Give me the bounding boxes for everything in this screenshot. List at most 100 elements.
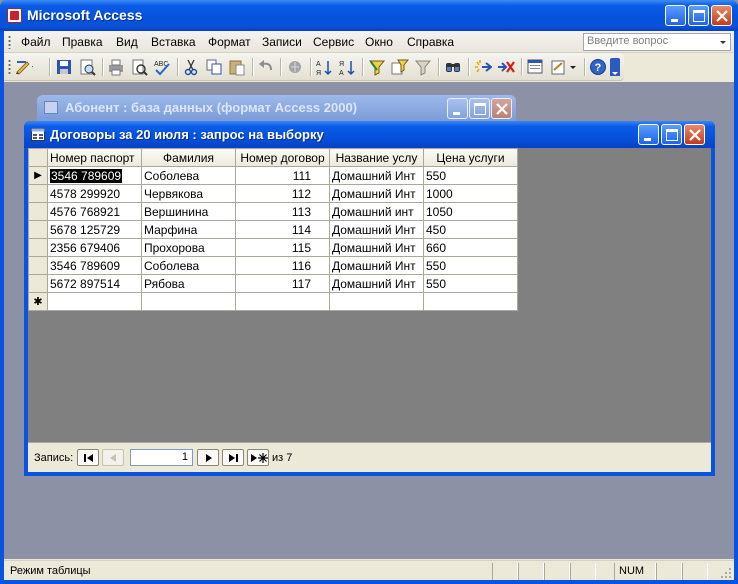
menu-edit[interactable]: Правка xyxy=(62,35,103,49)
query-minimize-button[interactable] xyxy=(638,124,659,145)
new-record-nav-button[interactable] xyxy=(247,449,269,466)
new-record-selector[interactable]: ✱ xyxy=(28,292,48,311)
cell-surname[interactable]: Прохорова xyxy=(141,238,236,257)
column-header-surname[interactable]: Фамилия xyxy=(141,148,236,167)
new-record-icon[interactable] xyxy=(474,58,492,76)
menu-format[interactable]: Формат xyxy=(208,35,251,49)
record-selector[interactable] xyxy=(28,238,48,257)
cell-contract-number[interactable]: 113 xyxy=(235,202,330,221)
last-record-button[interactable] xyxy=(222,449,244,466)
sort-descending-icon[interactable]: ЯA xyxy=(339,58,357,76)
database-window[interactable]: Абонент : база данных (формат Access 200… xyxy=(37,95,516,121)
database-window-icon[interactable] xyxy=(527,58,545,76)
record-selector[interactable] xyxy=(28,202,48,221)
cell-service-price[interactable]: 450 xyxy=(423,220,518,239)
cell-service-price[interactable]: 550 xyxy=(423,274,518,293)
sort-ascending-icon[interactable]: AЯ xyxy=(316,58,334,76)
cell-service-name[interactable]: Домашний Инт xyxy=(329,274,424,293)
db-minimize-button[interactable] xyxy=(447,98,468,119)
print-icon[interactable] xyxy=(107,58,125,76)
active-cell-text[interactable]: 3546 789609 xyxy=(50,168,123,183)
column-header-service-name[interactable]: Название услу xyxy=(329,148,424,167)
db-close-button[interactable] xyxy=(491,98,512,119)
undo-icon[interactable] xyxy=(257,58,275,76)
menu-records[interactable]: Записи xyxy=(262,35,302,49)
cell-passport[interactable]: 5678 125729 xyxy=(47,220,142,239)
design-view-icon[interactable] xyxy=(15,58,33,76)
cell-service-price[interactable]: 1050 xyxy=(423,202,518,221)
cell-service-name[interactable]: Домашний Инт xyxy=(329,184,424,203)
file-search-icon[interactable] xyxy=(78,58,96,76)
current-record-field[interactable]: 1 xyxy=(130,449,193,466)
cell-contract-number[interactable]: 115 xyxy=(235,238,330,257)
cell-contract-number[interactable]: 112 xyxy=(235,184,330,203)
maximize-button[interactable] xyxy=(688,5,709,26)
cell-contract-number[interactable]: 116 xyxy=(235,256,330,275)
next-record-button[interactable] xyxy=(197,449,219,466)
cell-passport[interactable]: 4576 768921 xyxy=(47,202,142,221)
menu-window[interactable]: Окно xyxy=(365,35,393,49)
toolbar-grip[interactable] xyxy=(8,59,11,75)
menu-grip[interactable] xyxy=(8,35,11,49)
save-icon[interactable] xyxy=(55,58,73,76)
new-record-cell[interactable] xyxy=(47,292,142,311)
previous-record-button[interactable] xyxy=(102,449,124,466)
help-question-box[interactable]: Введите вопрос xyxy=(583,33,731,51)
first-record-button[interactable] xyxy=(77,449,99,466)
cell-passport[interactable]: 3546 789609 xyxy=(47,166,142,185)
cell-service-name[interactable]: Домашний Инт xyxy=(329,238,424,257)
cell-passport[interactable]: 4578 299920 xyxy=(47,184,142,203)
filter-by-form-icon[interactable] xyxy=(391,58,409,76)
cell-surname[interactable]: Червякова xyxy=(141,184,236,203)
resize-grip-icon[interactable] xyxy=(720,567,732,579)
record-selector[interactable] xyxy=(28,184,48,203)
minimize-button[interactable] xyxy=(665,5,686,26)
cell-service-price[interactable]: 1000 xyxy=(423,184,518,203)
cell-surname[interactable]: Марфина xyxy=(141,220,236,239)
record-selector[interactable] xyxy=(28,256,48,275)
cell-service-name[interactable]: Домашний Инт xyxy=(329,220,424,239)
menu-view[interactable]: Вид xyxy=(116,35,138,49)
current-record-selector[interactable]: ▶ xyxy=(28,166,48,185)
query-close-button[interactable] xyxy=(684,124,705,145)
cell-service-price[interactable]: 550 xyxy=(423,166,518,185)
cell-passport[interactable]: 2356 679406 xyxy=(47,238,142,257)
new-record-cell[interactable] xyxy=(329,292,424,311)
cell-surname[interactable]: Рябова xyxy=(141,274,236,293)
cell-surname[interactable]: Вершинина xyxy=(141,202,236,221)
cell-contract-number[interactable]: 111 xyxy=(235,166,330,185)
menu-help[interactable]: Справка xyxy=(407,35,454,49)
cell-service-price[interactable]: 660 xyxy=(423,238,518,257)
new-object-icon[interactable] xyxy=(550,58,578,76)
delete-record-icon[interactable] xyxy=(497,58,515,76)
toolbar-options-icon[interactable] xyxy=(610,58,620,76)
menu-file[interactable]: Файл xyxy=(21,35,51,49)
help-dropdown-icon[interactable] xyxy=(717,35,729,49)
paste-icon[interactable] xyxy=(228,58,246,76)
cell-passport[interactable]: 3546 789609 xyxy=(47,256,142,275)
help-icon[interactable]: ? xyxy=(589,58,607,76)
filter-by-selection-icon[interactable] xyxy=(368,58,386,76)
cell-surname[interactable]: Соболева xyxy=(141,166,236,185)
close-button[interactable] xyxy=(711,5,732,26)
record-selector[interactable] xyxy=(28,274,48,293)
column-header-passport[interactable]: Номер паспорт xyxy=(47,148,142,167)
query-maximize-button[interactable] xyxy=(661,124,682,145)
cell-service-name[interactable]: Домашний Инт xyxy=(329,256,424,275)
record-selector[interactable] xyxy=(28,220,48,239)
insert-hyperlink-icon[interactable] xyxy=(286,58,304,76)
select-all-corner[interactable] xyxy=(28,148,48,167)
copy-icon[interactable] xyxy=(205,58,223,76)
cell-service-price[interactable]: 550 xyxy=(423,256,518,275)
access-app-icon[interactable] xyxy=(7,8,22,23)
new-record-cell[interactable] xyxy=(235,292,330,311)
db-maximize-button[interactable] xyxy=(469,98,490,119)
cell-surname[interactable]: Соболева xyxy=(141,256,236,275)
query-window-titlebar[interactable]: Договоры за 20 июля : запрос на выборку xyxy=(24,121,715,148)
menu-insert[interactable]: Вставка xyxy=(151,35,196,49)
find-icon[interactable] xyxy=(444,58,462,76)
column-header-contract-number[interactable]: Номер договор xyxy=(235,148,330,167)
cell-passport[interactable]: 5672 897514 xyxy=(47,274,142,293)
spelling-icon[interactable]: ABC xyxy=(153,58,171,76)
title-bar[interactable]: Microsoft Access xyxy=(0,0,738,31)
